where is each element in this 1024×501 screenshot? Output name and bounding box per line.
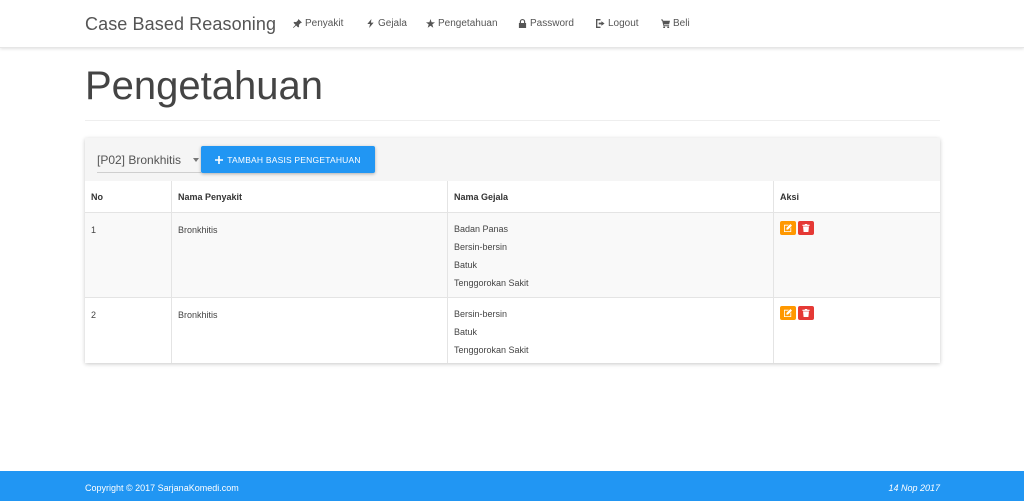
penyakit-select-value: [P02] Bronkhitis [97, 152, 182, 167]
row-gejala: Bersin-bersin Batuk Tenggorokan Sakit [447, 298, 773, 363]
table-row: 2 Bronkhitis Bersin-bersin Batuk Tenggor… [85, 297, 940, 363]
delete-button[interactable] [798, 306, 814, 320]
row-penyakit: Bronkhitis [171, 298, 447, 363]
row-no: 1 [91, 225, 97, 235]
row-no: 2 [91, 310, 97, 320]
nav-gejala[interactable]: Gejala [366, 18, 407, 29]
nav-password[interactable]: Password [518, 18, 574, 29]
header-no: No [91, 192, 103, 202]
row-penyakit: Bronkhitis [171, 213, 447, 297]
table-header-row: No Nama Penyakit Nama Gejala Aksi [85, 181, 940, 212]
gejala-item: Batuk [454, 327, 478, 337]
add-knowledge-button[interactable]: TAMBAH BASIS PENGETAHUAN [201, 146, 375, 173]
knowledge-panel: [P02] Bronkhitis TAMBAH BASIS PENGETAHUA… [85, 138, 940, 363]
logout-icon [596, 19, 605, 28]
table-row: 1 Bronkhitis Badan Panas Bersin-bersin B… [85, 212, 940, 297]
row-gejala: Badan Panas Bersin-bersin Batuk Tenggoro… [447, 213, 773, 297]
header-penyakit: Nama Penyakit [171, 181, 447, 212]
flash-icon [367, 19, 374, 28]
nav-beli[interactable]: Beli [661, 18, 690, 29]
cart-icon [661, 19, 670, 28]
page-title-divider [85, 120, 940, 121]
gejala-item: Batuk [454, 260, 478, 270]
navbar: Case Based Reasoning Penyakit Gejala Pen… [0, 0, 1024, 48]
edit-button[interactable] [780, 306, 796, 320]
caret-down-icon [193, 157, 199, 162]
footer-date: 14 Nop 2017 [888, 483, 940, 493]
nav-logout-label: Logout [608, 18, 639, 29]
footer: Copyright © 2017 SarjanaKomedi.com 14 No… [0, 471, 1024, 501]
nav-penyakit-label: Penyakit [305, 18, 344, 29]
gejala-item: Bersin-bersin [454, 309, 508, 319]
gejala-item: Tenggorokan Sakit [454, 278, 529, 288]
add-knowledge-label: TAMBAH BASIS PENGETAHUAN [227, 154, 361, 165]
page-title: Pengetahuan [85, 64, 324, 108]
gejala-item: Badan Panas [454, 224, 509, 234]
lock-icon [518, 19, 527, 28]
gejala-item: Tenggorokan Sakit [454, 345, 529, 355]
brand[interactable]: Case Based Reasoning [85, 14, 276, 35]
pin-icon [293, 19, 302, 28]
star-icon [426, 19, 435, 28]
trash-icon [802, 309, 810, 317]
nav-gejala-label: Gejala [378, 18, 407, 29]
penyakit-select[interactable]: [P02] Bronkhitis [97, 147, 201, 173]
nav-pengetahuan-label: Pengetahuan [438, 18, 498, 29]
footer-copyright: Copyright © 2017 SarjanaKomedi.com [85, 483, 239, 493]
edit-icon [784, 309, 792, 317]
edit-icon [784, 224, 792, 232]
gejala-item: Bersin-bersin [454, 242, 508, 252]
panel-heading: [P02] Bronkhitis TAMBAH BASIS PENGETAHUA… [85, 138, 940, 181]
trash-icon [802, 224, 810, 232]
header-aksi: Aksi [773, 181, 940, 212]
nav-logout[interactable]: Logout [596, 18, 639, 29]
nav-password-label: Password [530, 18, 574, 29]
nav-penyakit[interactable]: Penyakit [293, 18, 343, 29]
nav-beli-label: Beli [673, 18, 690, 29]
plus-icon [215, 155, 224, 164]
edit-button[interactable] [780, 221, 796, 235]
row-actions [773, 298, 940, 363]
header-gejala: Nama Gejala [447, 181, 773, 212]
nav-pengetahuan[interactable]: Pengetahuan [426, 18, 498, 29]
delete-button[interactable] [798, 221, 814, 235]
row-actions [773, 213, 940, 297]
